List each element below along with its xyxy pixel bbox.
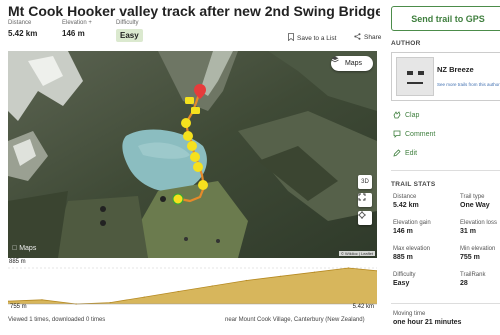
elevation-max-label: 885 m: [9, 259, 26, 265]
page-title: Mt Cook Hooker valley track after new 2n…: [8, 3, 380, 19]
stat-elevation-value: 146 m: [62, 29, 85, 38]
sidebar-divider: [391, 170, 500, 171]
trail-stat-difficulty: Difficulty Easy: [393, 272, 416, 287]
satellite-terrain: [8, 51, 377, 258]
elevation-point: [347, 267, 349, 269]
map-layers-label: Maps: [344, 60, 363, 67]
edit-label: Edit: [405, 149, 418, 157]
save-to-list-button[interactable]: Save to a List: [288, 33, 336, 43]
comment-icon: [393, 130, 401, 138]
stat-elevation: Elevation + 146 m: [62, 20, 92, 38]
trail-stat-trailrank: TrailRank 28: [460, 272, 486, 287]
stat-distance: Distance 5.42 km: [8, 20, 37, 38]
elevation-point: [41, 299, 43, 301]
elevation-area: [8, 268, 377, 304]
trail-stat-type: Trail type One Way: [460, 194, 490, 209]
elevation-chart: [8, 267, 377, 305]
share-label: Share: [364, 34, 382, 41]
share-icon: [354, 33, 361, 42]
share-button[interactable]: Share: [354, 33, 381, 42]
avatar[interactable]: [396, 57, 434, 96]
clap-label: Clap: [405, 111, 420, 119]
author-more-trails-link[interactable]: See more trails from this author: [437, 82, 500, 87]
comment-label: Comment: [405, 130, 436, 138]
map-layers-button[interactable]: Maps: [331, 56, 373, 71]
stat-difficulty: Difficulty Easy: [116, 20, 143, 42]
elevation-distance-label: 5.42 km: [352, 304, 374, 310]
apple-icon: : [12, 245, 17, 252]
stat-distance-label: Distance: [8, 20, 32, 26]
elevation-point: [109, 302, 111, 304]
save-to-list-label: Save to a List: [297, 34, 337, 42]
trail-stat-elevation-loss: Elevation loss 31 m: [460, 220, 498, 235]
trail-stat-min-elevation: Min elevation 755 m: [460, 246, 496, 261]
difficulty-badge: Easy: [116, 29, 143, 42]
elevation-min-label: 755 m: [10, 304, 27, 310]
edit-button[interactable]: Edit: [393, 149, 417, 157]
trail-map[interactable]: Maps 3D  Maps © Wikiloc | Leaflet: [8, 51, 377, 258]
trail-stat-elevation-gain: Elevation gain 146 m: [393, 220, 431, 235]
elevation-point: [143, 296, 145, 298]
bookmark-icon: [288, 33, 294, 43]
view-count: Viewed 1 times, downloaded 0 times: [8, 317, 106, 323]
map-attribution: © Wikiloc | Leaflet: [339, 251, 375, 256]
elevation-point: [75, 303, 77, 305]
trail-stat-distance: Distance 5.42 km: [393, 194, 419, 209]
trail-start-marker[interactable]: [172, 193, 184, 205]
stat-difficulty-label: Difficulty: [116, 20, 139, 26]
trail-stat-moving-time: Moving time one hour 21 minutes: [393, 311, 462, 326]
elevation-point: [313, 271, 315, 273]
elevation-point: [211, 285, 213, 287]
author-heading: AUTHOR: [391, 40, 421, 47]
map-3d-button[interactable]: 3D: [358, 175, 372, 189]
map-locate-button[interactable]: [358, 211, 372, 225]
author-name[interactable]: NZ Breeze: [437, 65, 474, 74]
author-card[interactable]: NZ Breeze See more trails from this auth…: [391, 52, 500, 101]
map-brand:  Maps: [12, 245, 36, 252]
edit-icon: [393, 149, 401, 157]
clap-icon: [393, 111, 401, 119]
comment-button[interactable]: Comment: [393, 130, 435, 138]
send-to-gps-button[interactable]: Send trail to GPS: [391, 6, 500, 31]
stat-distance-value: 5.42 km: [8, 29, 38, 38]
elevation-profile[interactable]: 885 m 755 m 5.42 km: [8, 258, 377, 314]
trail-stat-max-elevation: Max elevation 885 m: [393, 246, 431, 261]
clap-button[interactable]: Clap: [393, 111, 419, 119]
sidebar-divider: [391, 303, 500, 304]
stat-elevation-label: Elevation +: [62, 20, 92, 26]
trail-location: near Mount Cook Village, Canterbury (New…: [225, 317, 365, 323]
elevation-point: [245, 279, 247, 282]
map-fullscreen-button[interactable]: [358, 193, 372, 207]
elevation-point: [279, 275, 281, 277]
elevation-point: [177, 290, 179, 293]
trail-stats-heading: TRAIL STATS: [391, 181, 436, 188]
